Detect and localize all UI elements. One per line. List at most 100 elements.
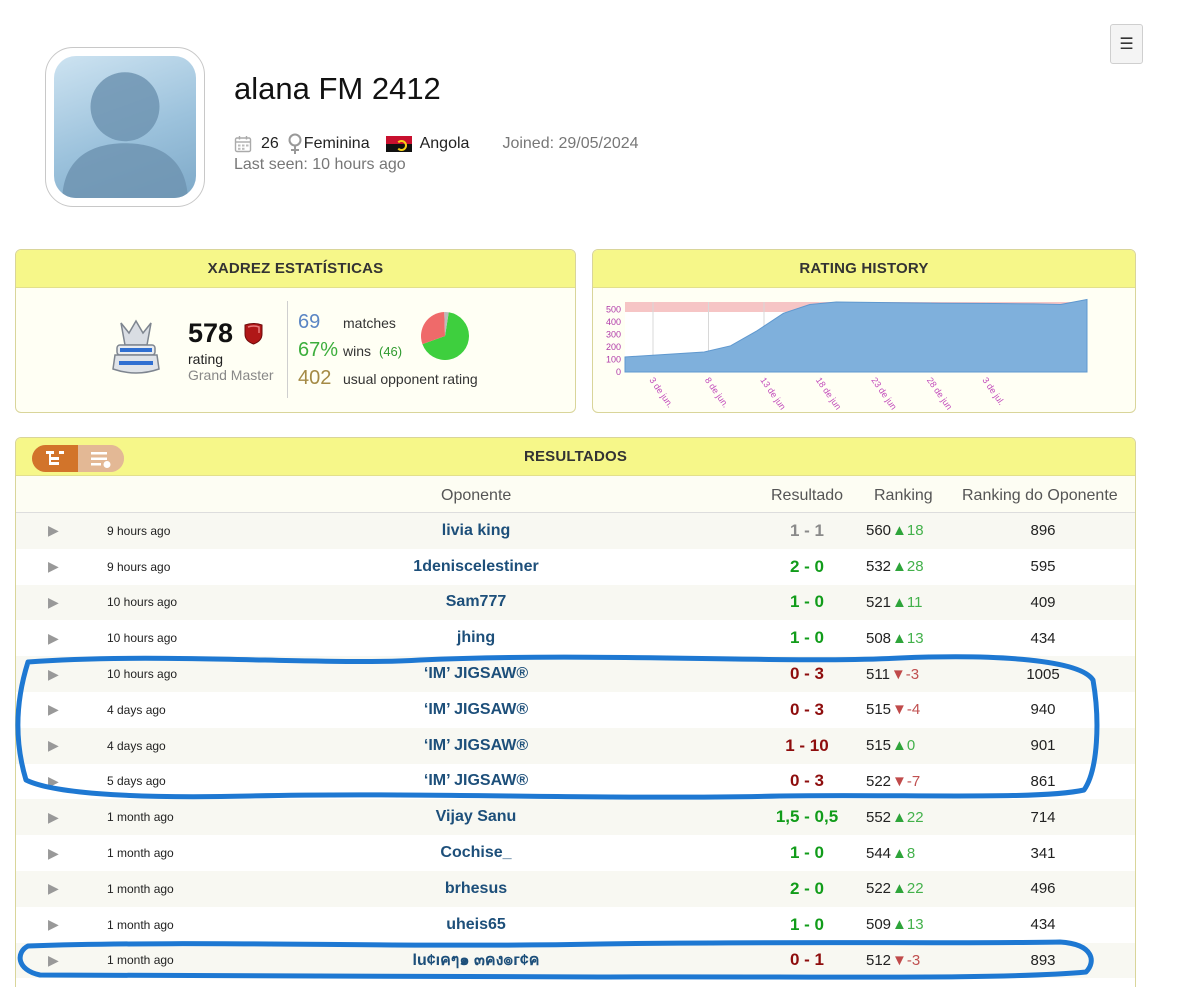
arrow-up-icon: ▲ xyxy=(892,629,907,647)
profile-meta: 26 Feminina Angola Joined: 29/05/2024 xyxy=(234,133,639,155)
match-time: 10 hours ago xyxy=(107,595,178,610)
play-icon[interactable]: ▶ xyxy=(48,549,68,585)
table-row[interactable]: ▶ 1 month ago lu¢ıคๆ๑ ๓คง๏г¢ค 0 - 1 512 ▼ -3 89… xyxy=(16,942,1135,979)
table-row[interactable]: ▶ 10 hours ago jhing 1 - 0 508 ▲ 13 434 xyxy=(16,620,1135,657)
table-row[interactable]: ▶ 1 month ago brhesus 2 - 0 522 ▲ 22 496 xyxy=(16,870,1135,907)
play-icon[interactable]: ▶ xyxy=(48,656,68,692)
rating-history-title: RATING HISTORY xyxy=(593,250,1135,288)
play-icon[interactable]: ▶ xyxy=(48,513,68,549)
play-icon[interactable]: ▶ xyxy=(48,620,68,656)
ranking-cell: 509 ▲ 13 xyxy=(866,907,940,943)
opponent-link[interactable]: jhing xyxy=(206,620,746,656)
angola-flag-icon xyxy=(385,136,412,152)
opponent-ranking: 595 xyxy=(1030,558,1056,576)
chart-y-tick-label: 300 xyxy=(606,330,621,340)
table-row[interactable]: ▶ 1 month ago uheis65 1 - 0 509 ▲ 13 434 xyxy=(16,906,1135,943)
column-header-result[interactable]: Resultado xyxy=(771,487,843,505)
ranking-value: 511 xyxy=(866,665,890,683)
arrow-down-icon: ▼ xyxy=(892,701,907,719)
arrow-up-icon: ▲ xyxy=(892,558,907,576)
calendar-icon xyxy=(234,135,252,153)
play-icon[interactable]: ▶ xyxy=(48,799,68,835)
ranking-cell: 544 ▲ 8 xyxy=(866,835,940,871)
rating-title: Grand Master xyxy=(188,367,274,383)
stats-divider xyxy=(287,301,288,398)
opponent-rating-label: usual opponent rating xyxy=(343,371,478,387)
list-view-toggle[interactable] xyxy=(78,445,124,472)
table-row[interactable]: ▶ 9 hours ago livia king 1 - 1 560 ▲ 18 896 xyxy=(16,513,1135,549)
opponent-link[interactable]: Cochise_ xyxy=(206,835,746,871)
view-toggle xyxy=(32,445,124,472)
ranking-value: 509 xyxy=(866,916,892,934)
play-icon[interactable]: ▶ xyxy=(48,585,68,621)
opponent-link[interactable]: lu¢ıคๆ๑ ๓คง๏г¢ค xyxy=(206,943,746,979)
opponent-link[interactable]: ‘IM’ JIGSAW® xyxy=(206,692,746,728)
ranking-delta: 18 xyxy=(906,522,924,540)
ranking-delta: -3 xyxy=(906,951,921,969)
ranking-delta: 13 xyxy=(906,916,924,934)
results-list: ▶ 9 hours ago livia king 1 - 1 560 ▲ 18 896 ▶ 9 h… xyxy=(16,513,1135,979)
tree-view-toggle[interactable] xyxy=(32,445,78,472)
table-row[interactable]: ▶ 10 hours ago ‘IM’ JIGSAW® 0 - 3 511 ▼ -3 1005 xyxy=(16,656,1135,692)
menu-button[interactable]: ☰ xyxy=(1110,24,1143,64)
profile-gender: Feminina xyxy=(303,135,370,152)
play-icon[interactable]: ▶ xyxy=(48,692,68,728)
opponent-ranking: 496 xyxy=(1030,880,1056,898)
match-time: 5 days ago xyxy=(107,774,166,789)
opponent-link[interactable]: 1deniscelestiner xyxy=(206,549,746,585)
chart-y-tick-label: 100 xyxy=(606,355,621,365)
ranking-value: 515 xyxy=(866,701,892,719)
chart-x-tick-label: 13 de jun. xyxy=(758,375,789,410)
play-icon[interactable]: ▶ xyxy=(48,835,68,871)
arrow-up-icon: ▲ xyxy=(892,880,907,898)
table-row[interactable]: ▶ 5 days ago ‘IM’ JIGSAW® 0 - 3 522 ▼ -7 861 xyxy=(16,763,1135,800)
table-row[interactable]: ▶ 1 month ago Cochise_ 1 - 0 544 ▲ 8 341 xyxy=(16,835,1135,871)
column-header-opponent[interactable]: Oponente xyxy=(441,487,511,505)
table-row[interactable]: ▶ 4 days ago ‘IM’ JIGSAW® 0 - 3 515 ▼ -4 940 xyxy=(16,691,1135,728)
opponent-rating-value: 402 xyxy=(298,367,332,389)
results-title: RESULTADOS xyxy=(523,448,628,465)
play-icon[interactable]: ▶ xyxy=(48,871,68,907)
opponent-link[interactable]: ‘IM’ JIGSAW® xyxy=(206,764,746,800)
table-row[interactable]: ▶ 10 hours ago Sam777 1 - 0 521 ▲ 11 409 xyxy=(16,584,1135,621)
win-loss-pie-chart xyxy=(421,312,469,360)
column-header-ranking[interactable]: Ranking xyxy=(874,487,933,505)
play-icon[interactable]: ▶ xyxy=(48,943,68,979)
chart-x-tick-label: 3 de jun. xyxy=(647,375,675,409)
match-result: 2 - 0 xyxy=(789,878,825,898)
female-icon xyxy=(287,133,303,155)
ranking-cell: 560 ▲ 18 xyxy=(866,513,940,549)
opponent-ranking: 896 xyxy=(1030,522,1056,540)
profile-age: 26 xyxy=(261,135,279,152)
grandmaster-king-icon xyxy=(112,319,160,374)
opponent-link[interactable]: ‘IM’ JIGSAW® xyxy=(206,728,746,764)
rating-label: rating xyxy=(188,351,224,367)
ranking-cell: 512 ▼ -3 xyxy=(866,943,940,979)
opponent-link[interactable]: ‘IM’ JIGSAW® xyxy=(206,656,746,692)
match-result: 1 - 1 xyxy=(789,520,825,540)
table-row[interactable]: ▶ 1 month ago Vijay Sanu 1,5 - 0,5 552 ▲ 22 714 xyxy=(16,799,1135,836)
table-row[interactable]: ▶ 4 days ago ‘IM’ JIGSAW® 1 - 10 515 ▲ 0 901 xyxy=(16,727,1135,764)
avatar xyxy=(45,47,205,207)
opponent-link[interactable]: livia king xyxy=(206,513,746,549)
chart-y-tick-label: 400 xyxy=(606,317,621,327)
arrow-down-icon: ▼ xyxy=(892,951,907,969)
table-row[interactable]: ▶ 9 hours ago 1deniscelestiner 2 - 0 532 ▲ 28 5… xyxy=(16,548,1135,585)
wins-label: wins xyxy=(343,343,372,359)
opponent-link[interactable]: Vijay Sanu xyxy=(206,799,746,835)
opponent-ranking: 714 xyxy=(1030,808,1056,826)
opponent-link[interactable]: uheis65 xyxy=(206,907,746,943)
play-icon[interactable]: ▶ xyxy=(48,764,68,800)
opponent-link[interactable]: Sam777 xyxy=(206,585,746,621)
ranking-value: 521 xyxy=(866,593,892,611)
ranking-value: 560 xyxy=(866,522,892,540)
play-icon[interactable]: ▶ xyxy=(48,907,68,943)
match-time: 1 month ago xyxy=(107,917,174,932)
chart-x-tick-label: 8 de jun. xyxy=(703,375,731,409)
hamburger-icon: ☰ xyxy=(1119,36,1134,53)
opponent-link[interactable]: brhesus xyxy=(206,871,746,907)
play-icon[interactable]: ▶ xyxy=(48,728,68,764)
column-header-opponent-ranking[interactable]: Ranking do Oponente xyxy=(962,487,1118,505)
opponent-ranking: 861 xyxy=(1030,772,1056,790)
chart-x-tick-label: 3 de jul. xyxy=(980,375,1006,407)
